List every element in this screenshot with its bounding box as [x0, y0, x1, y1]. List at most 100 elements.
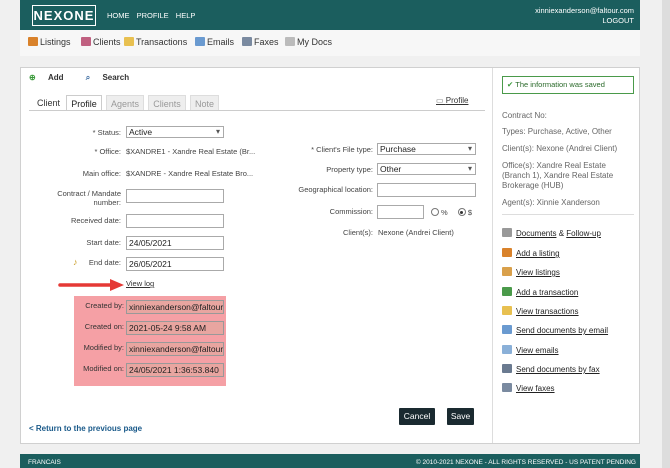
office-value: $XANDRE1 - Xandre Real Estate (Br... — [126, 147, 256, 156]
nav-home[interactable]: HOME — [107, 11, 130, 20]
commission-input[interactable] — [377, 205, 424, 219]
documents-link[interactable]: Documents — [516, 229, 556, 238]
envelope-icon — [195, 37, 205, 46]
email-send-icon — [502, 325, 512, 334]
modified-on-field[interactable]: 24/05/2021 1:36:53.840 — [126, 363, 224, 377]
tab-client[interactable]: Client — [33, 95, 64, 111]
search-label: Search — [102, 73, 130, 82]
tab-bar: Client Profile Agents Clients Note — [33, 95, 220, 111]
created-by-field[interactable]: xinniexanderson@faltour — [126, 300, 224, 314]
office-label: * Office: — [94, 147, 121, 156]
view-listings-link[interactable]: View listings — [502, 267, 560, 277]
house-icon — [502, 248, 512, 257]
geo-location-label: Geographical location: — [298, 185, 373, 194]
view-transactions-link[interactable]: View transactions — [502, 306, 579, 316]
red-arrow-icon — [58, 279, 124, 291]
modified-by-field[interactable]: xinniexanderson@faltour — [126, 342, 224, 356]
nav-my-docs-label: My Docs — [297, 37, 333, 47]
log-highlight-box: Created by: xinniexanderson@faltour Crea… — [74, 296, 226, 386]
geo-location-input[interactable] — [377, 183, 476, 197]
follow-up-link[interactable]: Follow-up — [566, 229, 601, 238]
add-transaction-label: Add a transaction — [516, 288, 579, 297]
view-listings-label: View listings — [516, 268, 560, 277]
modified-by-label: Modified by: — [83, 343, 124, 352]
nav-my-docs[interactable]: My Docs — [285, 37, 332, 47]
nav-faxes-label: Faxes — [254, 37, 279, 47]
top-bar: NEXONE HOME PROFILE HELP xinniexanderson… — [20, 0, 640, 30]
property-type-select[interactable]: Other — [377, 163, 476, 175]
main-office-label: Main office: — [82, 169, 121, 178]
start-date-label: Start date: — [86, 238, 121, 247]
people-icon — [81, 37, 91, 46]
send-docs-fax-label: Send documents by fax — [516, 365, 600, 374]
commission-label: Commission: — [329, 207, 373, 216]
cancel-button[interactable]: Cancel — [399, 408, 435, 425]
nav-help[interactable]: HELP — [176, 11, 196, 20]
send-docs-fax-link[interactable]: Send documents by fax — [502, 364, 600, 374]
check-icon: ✔ — [507, 80, 516, 89]
return-link[interactable]: < Return to the previous page — [29, 424, 142, 433]
nav-faxes[interactable]: Faxes — [242, 37, 279, 47]
received-date-input[interactable] — [126, 214, 224, 228]
nav-listings[interactable]: Listings — [28, 37, 71, 47]
commission-unit-group: % $ — [431, 208, 472, 217]
folder-icon — [124, 37, 134, 46]
add-transaction-icon — [502, 287, 512, 296]
add-listing-link[interactable]: Add a listing — [502, 248, 560, 258]
language-link[interactable]: FRANCAIS — [28, 459, 61, 466]
created-on-field[interactable]: 2021-05-24 9:58 AM — [126, 321, 224, 335]
clients-value: Nexone (Andrei Client) — [378, 228, 454, 237]
dollar-radio[interactable] — [457, 208, 466, 216]
status-select[interactable]: Active — [126, 126, 224, 138]
toolbar: ⊕ Add ⌕ Search — [29, 73, 149, 83]
file-type-label: * Client's File type: — [311, 145, 373, 154]
logout-link[interactable]: LOGOUT — [535, 16, 634, 26]
user-email: xinniexanderson@faltour.com — [535, 6, 634, 15]
folder-icon — [502, 306, 512, 315]
nav-emails[interactable]: Emails — [195, 37, 234, 47]
end-date-input[interactable]: 26/05/2021 — [126, 257, 224, 271]
saved-message-text: The information was saved — [515, 80, 605, 89]
tab-agents[interactable]: Agents — [106, 95, 145, 111]
contract-number-input[interactable] — [126, 189, 224, 203]
nav-clients[interactable]: Clients — [81, 37, 121, 47]
nav-transactions[interactable]: Transactions — [124, 37, 187, 47]
contract-label: Contract / Mandate number: — [31, 189, 121, 207]
property-type-label: Property type: — [326, 165, 373, 174]
user-box: xinniexanderson@faltour.com LOGOUT — [535, 6, 634, 26]
offices-info: Office(s): Xandre Real Estate (Branch 1)… — [502, 161, 613, 191]
percent-radio[interactable] — [431, 208, 439, 216]
view-log-link[interactable]: View log — [126, 279, 154, 288]
modified-on-label: Modified on: — [83, 364, 124, 373]
clients-label: Client(s): — [342, 228, 373, 237]
tab-clients[interactable]: Clients — [148, 95, 186, 111]
percent-label: % — [441, 208, 448, 217]
document-icon — [285, 37, 295, 46]
nav-clients-label: Clients — [93, 37, 121, 47]
view-emails-link[interactable]: View emails — [502, 345, 559, 355]
contract-label-line2: number: — [93, 198, 121, 207]
view-faxes-link[interactable]: View faxes — [502, 383, 555, 393]
contract-no: Contract No: — [502, 111, 547, 120]
document-icon — [502, 228, 512, 237]
main-panel: ⊕ Add ⌕ Search Client Profile Agents Cli… — [20, 67, 640, 444]
save-button[interactable]: Save — [447, 408, 474, 425]
tab-note[interactable]: Note — [190, 95, 220, 111]
add-listing-label: Add a listing — [516, 249, 560, 258]
tab-profile[interactable]: Profile — [66, 95, 102, 111]
main-office-value: $XANDRE - Xandre Real Estate Bro... — [126, 169, 254, 178]
nav-transactions-label: Transactions — [136, 37, 188, 47]
send-docs-email-link[interactable]: Send documents by email — [502, 325, 608, 335]
nav-profile[interactable]: PROFILE — [137, 11, 169, 20]
search-button[interactable]: ⌕ Search — [86, 73, 139, 82]
nexone-logo[interactable]: NEXONE — [32, 5, 96, 26]
documents-followup-links: Documents & Follow-up — [502, 228, 601, 238]
start-date-input[interactable]: 24/05/2021 — [126, 236, 224, 250]
document-icon: ▭ — [436, 96, 446, 105]
add-transaction-link[interactable]: Add a transaction — [502, 287, 578, 297]
profile-link[interactable]: ▭ Profile — [436, 96, 468, 105]
house-icon — [28, 37, 38, 46]
status-label: * Status: — [92, 128, 121, 137]
add-button[interactable]: ⊕ Add — [29, 73, 74, 82]
file-type-select[interactable]: Purchase — [377, 143, 476, 155]
